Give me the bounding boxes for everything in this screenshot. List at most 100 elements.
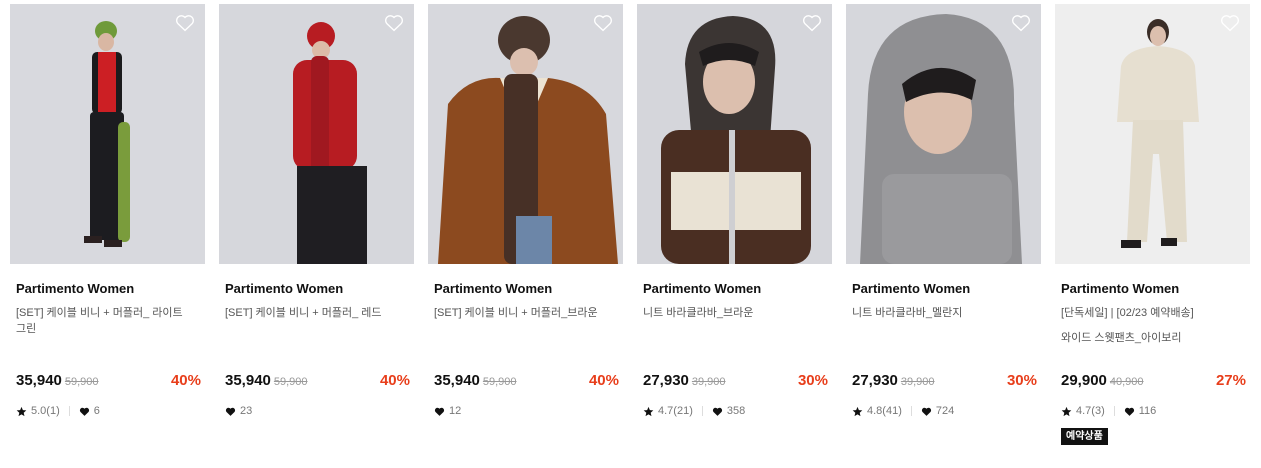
wishlist-heart-icon[interactable]	[175, 13, 195, 32]
rating-text: 4.7(3)	[1076, 405, 1105, 417]
reservation-tag: 예약상품	[1061, 428, 1108, 445]
product-name-line: [SET] 케이블 비니 + 머플러_ 레드	[225, 307, 382, 319]
product-image[interactable]	[1055, 4, 1250, 264]
discount-rate: 30%	[1006, 372, 1037, 389]
product-image[interactable]	[10, 4, 205, 264]
product-photo	[1055, 4, 1250, 264]
product-brand[interactable]: Partimento Women	[428, 281, 623, 297]
product-meta: 12	[428, 404, 623, 418]
product-photo	[846, 4, 1041, 264]
product-meta: 4.7(21) 358	[637, 404, 832, 418]
product-card[interactable]: Partimento Women [SET] 케이블 비니 + 머플러_ 라이트…	[10, 4, 205, 418]
likes-heart-icon	[712, 407, 722, 416]
star-icon	[1061, 406, 1072, 416]
likes-heart-icon	[434, 407, 445, 416]
product-name-line: 니트 바라클라바_브라운	[643, 307, 754, 319]
product-name[interactable]: 니트 바라클라바_브라운	[637, 305, 832, 371]
discount-rate: 30%	[797, 372, 828, 389]
sale-price: 35,940	[434, 372, 480, 389]
product-meta: 5.0(1) 6	[10, 404, 205, 418]
product-photo	[219, 4, 414, 264]
likes-heart-icon	[225, 407, 236, 416]
likes-heart-icon	[79, 407, 89, 416]
wishlist-heart-icon[interactable]	[384, 13, 404, 32]
product-card[interactable]: Partimento Women [SET] 케이블 비니 + 머플러_브라운 …	[428, 4, 623, 418]
product-photo	[637, 4, 832, 264]
sale-price: 29,900	[1061, 372, 1107, 389]
original-price: 39,900	[691, 376, 726, 388]
likes-heart-icon	[1124, 407, 1134, 416]
discount-rate: 27%	[1215, 372, 1246, 389]
meta-divider	[1113, 406, 1115, 416]
product-name[interactable]: [단독세일] | [02/23 예약배송] 와이드 스웻팬츠_아이보리	[1055, 305, 1250, 371]
product-name[interactable]: 니트 바라클라바_멜란지	[846, 305, 1041, 371]
price-row: 35,940 59,900 40%	[219, 371, 414, 391]
product-image[interactable]	[428, 4, 623, 264]
product-photo	[10, 4, 205, 264]
product-name-line: [단독세일] | [02/23 예약배송]	[1061, 307, 1194, 319]
product-row: Partimento Women [SET] 케이블 비니 + 머플러_ 라이트…	[0, 0, 1261, 468]
likes-count: 116	[1138, 405, 1157, 417]
star-icon	[852, 406, 863, 416]
product-brand[interactable]: Partimento Women	[1055, 281, 1250, 297]
product-name-line: 니트 바라클라바_멜란지	[852, 307, 963, 319]
product-name-line: 그린	[16, 323, 37, 335]
likes-count: 358	[726, 405, 746, 417]
discount-rate: 40%	[588, 372, 619, 389]
product-brand[interactable]: Partimento Women	[637, 281, 832, 297]
product-photo	[428, 4, 623, 264]
sale-price: 27,930	[852, 372, 898, 389]
product-brand[interactable]: Partimento Women	[846, 281, 1041, 297]
product-name[interactable]: [SET] 케이블 비니 + 머플러_브라운	[428, 305, 623, 371]
wishlist-heart-icon[interactable]	[1011, 13, 1031, 32]
product-name-line: [SET] 케이블 비니 + 머플러_ 라이트	[16, 307, 183, 319]
product-name[interactable]: [SET] 케이블 비니 + 머플러_ 레드	[219, 305, 414, 371]
product-name-line: [SET] 케이블 비니 + 머플러_브라운	[434, 307, 598, 319]
product-name[interactable]: [SET] 케이블 비니 + 머플러_ 라이트 그린	[10, 305, 205, 371]
rating-text: 4.7(21)	[658, 405, 693, 417]
meta-divider	[910, 406, 912, 416]
discount-rate: 40%	[379, 372, 410, 389]
product-meta: 4.8(41) 724	[846, 404, 1041, 418]
likes-heart-icon	[921, 407, 931, 416]
product-brand[interactable]: Partimento Women	[10, 281, 205, 297]
product-brand[interactable]: Partimento Women	[219, 281, 414, 297]
sale-price: 27,930	[643, 372, 689, 389]
meta-divider	[701, 406, 703, 416]
price-row: 27,930 39,900 30%	[846, 371, 1041, 391]
price-row: 35,940 59,900 40%	[428, 371, 623, 391]
sale-price: 35,940	[16, 372, 62, 389]
likes-count: 6	[93, 405, 100, 417]
product-image[interactable]	[846, 4, 1041, 264]
wishlist-heart-icon[interactable]	[802, 13, 822, 32]
original-price: 40,900	[1109, 376, 1144, 388]
price-row: 35,940 59,900 40%	[10, 371, 205, 391]
product-meta: 23	[219, 404, 414, 418]
likes-count: 12	[449, 405, 462, 417]
likes-count: 724	[935, 405, 955, 417]
star-icon	[643, 406, 654, 416]
original-price: 39,900	[900, 376, 935, 388]
rating-text: 5.0(1)	[31, 405, 60, 417]
wishlist-heart-icon[interactable]	[593, 13, 613, 32]
rating-text: 4.8(41)	[867, 405, 902, 417]
product-card[interactable]: Partimento Women 니트 바라클라바_브라운 27,930 39,9…	[637, 4, 832, 418]
sale-price: 35,940	[225, 372, 271, 389]
original-price: 59,900	[482, 376, 517, 388]
product-card[interactable]: Partimento Women [SET] 케이블 비니 + 머플러_ 레드 …	[219, 4, 414, 418]
product-meta: 4.7(3) 116	[1055, 404, 1250, 418]
wishlist-heart-icon[interactable]	[1220, 13, 1240, 32]
product-card[interactable]: Partimento Women 니트 바라클라바_멜란지 27,930 39,9…	[846, 4, 1041, 418]
product-image[interactable]	[637, 4, 832, 264]
star-icon	[16, 406, 27, 416]
likes-count: 23	[240, 405, 253, 417]
product-card[interactable]: Partimento Women [단독세일] | [02/23 예약배송] 와…	[1055, 4, 1250, 445]
product-name-line: 와이드 스웻팬츠_아이보리	[1061, 332, 1182, 344]
discount-rate: 40%	[170, 372, 201, 389]
price-row: 27,930 39,900 30%	[637, 371, 832, 391]
meta-divider	[68, 406, 70, 416]
original-price: 59,900	[64, 376, 99, 388]
price-row: 29,900 40,900 27%	[1055, 371, 1250, 391]
original-price: 59,900	[273, 376, 308, 388]
product-image[interactable]	[219, 4, 414, 264]
